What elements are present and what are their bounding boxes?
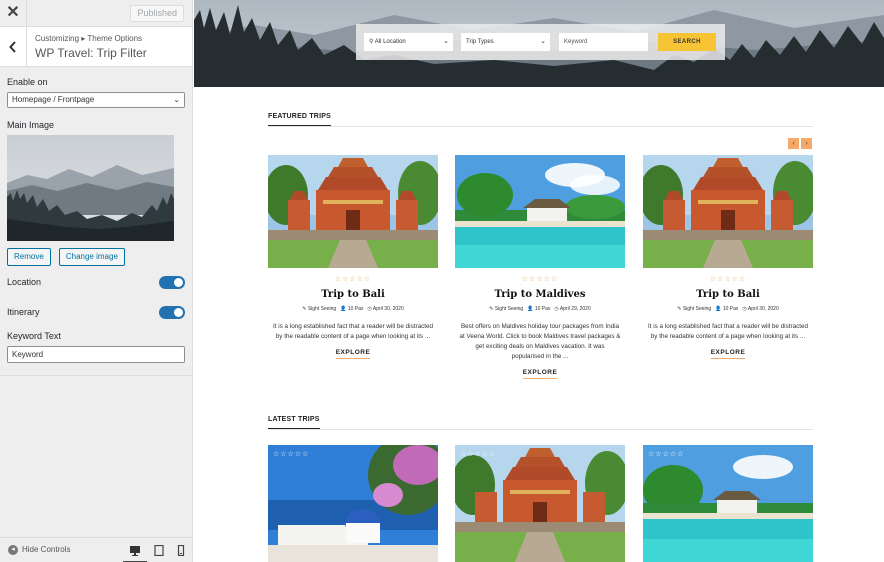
section-divider	[268, 126, 813, 127]
chevron-down-icon: ⌄	[173, 95, 180, 104]
trip-image[interactable]	[268, 155, 438, 268]
section-header: Customizing ▸ Theme Options WP Travel: T…	[0, 27, 192, 67]
image-buttons: Remove Change image	[7, 248, 185, 266]
trip-meta: ✎ Sight Seeing 👤 10 Pax ◷ April 29, 2020	[455, 306, 625, 312]
chevron-down-icon: ⌄	[443, 38, 449, 45]
desktop-preview-icon[interactable]	[123, 538, 147, 562]
featured-trips-title: FEATURED TRIPS	[268, 113, 331, 126]
divider	[0, 375, 192, 376]
trip-image[interactable]	[455, 155, 625, 268]
hide-controls-label: Hide Controls	[22, 545, 71, 555]
trip-title[interactable]: Trip to Bali	[268, 289, 438, 300]
trip-pax: 👤 10 Pax	[715, 306, 739, 312]
section-divider	[268, 429, 813, 430]
trip-date: ◷ April 30, 2020	[742, 306, 779, 312]
trip-category: ✎ Sight Seeing	[302, 306, 337, 312]
chevron-down-icon: ⌄	[540, 38, 546, 45]
latest-trip-card[interactable]: ☆☆☆☆☆	[268, 445, 438, 562]
trip-image	[455, 445, 625, 562]
search-button[interactable]: SEARCH	[658, 33, 716, 51]
trip-card: ☆☆☆☆☆ Trip to Maldives ✎ Sight Seeing 👤 1…	[455, 155, 625, 379]
trip-title[interactable]: Trip to Maldives	[455, 289, 625, 300]
hide-controls-button[interactable]: ◂ Hide Controls	[8, 545, 70, 555]
trip-types-select[interactable]: Trip Types ⌄	[461, 33, 550, 51]
trip-description: It is a long established fact that a rea…	[648, 323, 808, 340]
trip-card: ☆☆☆☆☆ Trip to Bali ✎ Sight Seeing 👤 10 Pa…	[643, 155, 813, 359]
trip-pax: 👤 10 Pax	[340, 306, 364, 312]
trip-date: ◷ April 29, 2020	[554, 306, 591, 312]
location-toggle-row: Location	[7, 272, 185, 294]
site-preview: ⚲ All Location ⌄ Trip Types ⌄ Keyword SE…	[194, 0, 884, 562]
itinerary-toggle[interactable]	[159, 306, 185, 319]
trip-image	[268, 445, 438, 562]
trip-search-bar: ⚲ All Location ⌄ Trip Types ⌄ Keyword SE…	[356, 24, 725, 60]
rating-stars: ☆☆☆☆☆	[460, 451, 497, 458]
controls-panel: Enable on Homepage / Frontpage ⌄ Main Im…	[0, 67, 192, 376]
rating-stars: ☆☆☆☆☆	[521, 276, 559, 283]
mobile-preview-icon[interactable]	[169, 538, 193, 562]
close-icon[interactable]: ✕	[0, 0, 27, 27]
enable-on-label: Enable on	[7, 77, 48, 87]
trip-pax: 👤 10 Pax	[527, 306, 551, 312]
explore-link[interactable]: EXPLORE	[710, 349, 746, 359]
collapse-icon: ◂	[8, 545, 18, 555]
hero-banner: ⚲ All Location ⌄ Trip Types ⌄ Keyword SE…	[194, 0, 884, 87]
location-toggle[interactable]	[159, 276, 185, 289]
latest-trips-title: LATEST TRIPS	[268, 416, 320, 429]
keyword-text-input[interactable]: Keyword	[7, 346, 185, 363]
rating-stars: ☆☆☆☆☆	[709, 276, 747, 283]
published-button[interactable]: Published	[130, 5, 184, 22]
trip-date: ◷ April 30, 2020	[367, 306, 404, 312]
tablet-preview-icon[interactable]	[147, 538, 171, 562]
keyword-text-label: Keyword Text	[7, 331, 61, 341]
trip-description: It is a long established fact that a rea…	[273, 323, 433, 340]
trip-category: ✎ Sight Seeing	[489, 306, 524, 312]
trip-meta: ✎ Sight Seeing 👤 10 Pax ◷ April 30, 2020	[643, 306, 813, 312]
location-value: All Location	[374, 39, 406, 45]
customizer-header: ✕ Published	[0, 0, 192, 27]
latest-trip-card[interactable]: ☆☆☆☆☆	[643, 445, 813, 562]
latest-trip-card[interactable]: ☆☆☆☆☆	[455, 445, 625, 562]
next-arrow-icon[interactable]: ›	[801, 138, 812, 149]
customizer-footer: ◂ Hide Controls	[0, 537, 192, 562]
back-icon[interactable]	[0, 27, 27, 67]
section-title: WP Travel: Trip Filter	[35, 46, 147, 60]
explore-link[interactable]: EXPLORE	[335, 349, 371, 359]
explore-link[interactable]: EXPLORE	[522, 369, 558, 379]
trip-title[interactable]: Trip to Bali	[643, 289, 813, 300]
trip-meta: ✎ Sight Seeing 👤 10 Pax ◷ April 30, 2020	[268, 306, 438, 312]
main-image-preview	[7, 135, 174, 241]
trip-types-value: Trip Types	[466, 39, 494, 45]
itinerary-toggle-row: Itinerary	[7, 302, 185, 324]
remove-image-button[interactable]: Remove	[7, 248, 51, 266]
keyword-input[interactable]: Keyword	[559, 33, 648, 51]
location-select[interactable]: ⚲ All Location ⌄	[364, 33, 453, 51]
enable-on-value: Homepage / Frontpage	[12, 95, 95, 104]
trip-image[interactable]	[643, 155, 813, 268]
rating-stars: ☆☆☆☆☆	[648, 451, 685, 458]
customizer-sidebar: ✕ Published Customizing ▸ Theme Options …	[0, 0, 193, 562]
trip-card: ☆☆☆☆☆ Trip to Bali ✎ Sight Seeing 👤 10 Pa…	[268, 155, 438, 359]
enable-on-select[interactable]: Homepage / Frontpage ⌄	[7, 92, 185, 108]
trip-description: Best offers on Maldives holiday tour pac…	[459, 323, 621, 360]
trip-category: ✎ Sight Seeing	[677, 306, 712, 312]
breadcrumb: Customizing ▸ Theme Options	[35, 34, 143, 43]
rating-stars: ☆☆☆☆☆	[273, 451, 310, 458]
main-image-label: Main Image	[7, 120, 55, 130]
trip-image	[643, 445, 813, 562]
change-image-button[interactable]: Change image	[58, 248, 125, 266]
itinerary-label: Itinerary	[7, 307, 40, 317]
location-pin-icon: ⚲	[369, 39, 374, 45]
prev-arrow-icon[interactable]: ‹	[788, 138, 799, 149]
location-label: Location	[7, 277, 42, 287]
carousel-arrows: ‹ ›	[786, 136, 812, 149]
rating-stars: ☆☆☆☆☆	[334, 276, 372, 283]
